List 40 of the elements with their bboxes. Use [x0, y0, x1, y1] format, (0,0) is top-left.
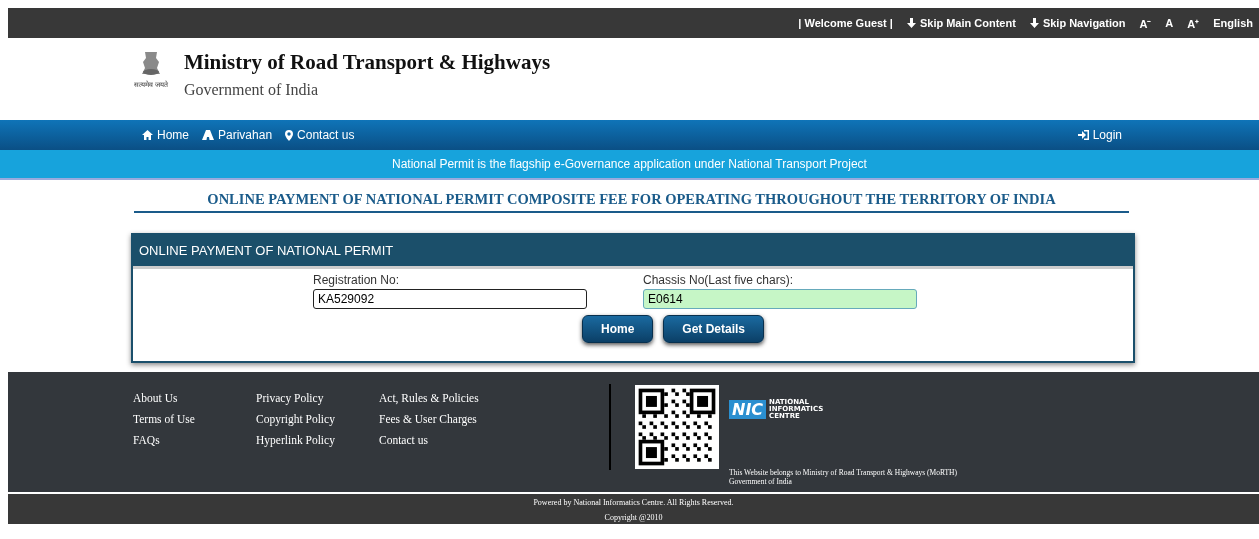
skip-link[interactable]: Skip Navigation: [1029, 17, 1126, 29]
road-icon: [202, 130, 214, 140]
skip-link[interactable]: Skip Main Content: [906, 17, 1016, 29]
site-title: Ministry of Road Transport & Highways: [183, 50, 551, 75]
footer-link[interactable]: FAQs: [133, 434, 256, 447]
form-button[interactable]: Home: [581, 315, 654, 344]
text-field[interactable]: KA529092: [313, 289, 587, 310]
footer-link[interactable]: Terms of Use: [133, 413, 256, 426]
info-banner: National Permit is the flagship e-Governance application under National Transport Project: [0, 150, 1259, 180]
page-title: ONLINE PAYMENT OF NATIONAL PERMIT COMPOSITE FEE FOR OPERATING THROUGHOUT THE TERRITORY OF INDIA: [134, 192, 1129, 214]
nav-link[interactable]: Home: [142, 128, 189, 142]
footer-link[interactable]: Privacy Policy: [256, 392, 379, 405]
footer-link[interactable]: Fees & User Charges: [379, 413, 609, 426]
welcome-text: | Welcome Guest |: [798, 17, 893, 29]
map-pin-icon: [285, 129, 294, 141]
nav-link[interactable]: Contact us: [285, 128, 355, 142]
site-subtitle: Government of India: [183, 81, 320, 99]
footer-link[interactable]: Copyright Policy: [256, 413, 379, 426]
font-size-link[interactable]: A⁻: [1139, 15, 1152, 31]
copyright-text: Powered by National Informatics Centre. All Rights Reserved.: [533, 498, 734, 508]
footer-link[interactable]: Hyperlink Policy: [256, 434, 379, 447]
form-button[interactable]: Get Details: [663, 315, 764, 344]
text-field[interactable]: E0614: [643, 289, 917, 310]
login-link[interactable]: Login: [1077, 128, 1122, 142]
field-label: Registration No:: [313, 273, 401, 288]
nav-link[interactable]: Parivahan: [202, 128, 273, 142]
copyright-text: Copyright @2010: [604, 513, 663, 523]
footer-link[interactable]: About Us: [133, 392, 256, 405]
down-arrow-icon: [906, 18, 916, 28]
panel-title: ONLINE PAYMENT OF NATIONAL PERMIT: [133, 235, 1133, 270]
language-link[interactable]: English: [1213, 17, 1253, 29]
sign-in-icon: [1077, 130, 1089, 140]
font-size-link[interactable]: A⁺: [1187, 15, 1200, 31]
footer-link[interactable]: Act, Rules & Policies: [379, 392, 609, 405]
footer-link[interactable]: Contact us: [379, 434, 609, 447]
font-size-link[interactable]: A: [1165, 17, 1174, 29]
home-icon: [142, 130, 153, 140]
down-arrow-icon: [1029, 18, 1039, 28]
qr-code-icon: [635, 385, 719, 470]
field-label: Chassis No(Last five chars):: [643, 273, 795, 288]
